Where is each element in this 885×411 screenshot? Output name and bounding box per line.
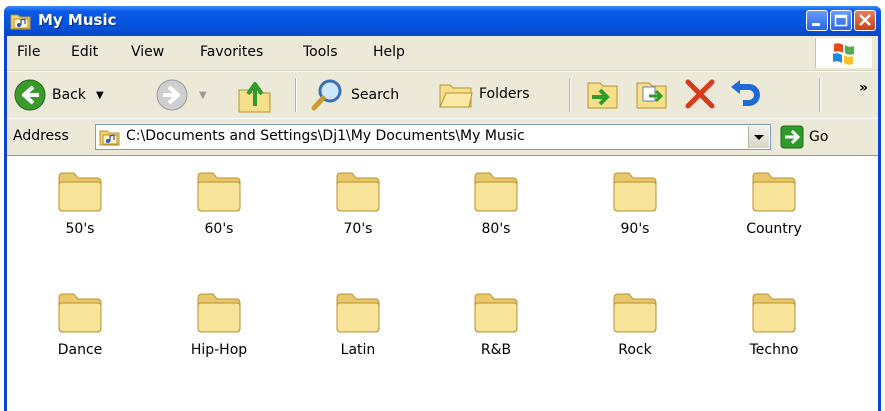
- address-bar: Address C:\Documents and Settings\Dj1\My…: [7, 118, 878, 156]
- folders-label: Folders: [479, 86, 530, 102]
- copy-to-icon: [636, 82, 667, 109]
- address-path: C:\Documents and Settings\Dj1\My Documen…: [126, 128, 525, 144]
- folder-item[interactable]: 80's: [446, 169, 546, 237]
- menu-bar: File Edit View Favorites Tools Help: [7, 36, 878, 71]
- folder-icon: [752, 172, 796, 212]
- folders-icon: [439, 84, 473, 108]
- toolbar-overflow-icon[interactable]: »: [859, 80, 868, 96]
- back-button[interactable]: Back ▼: [13, 78, 104, 112]
- close-button[interactable]: [854, 10, 876, 31]
- close-icon: [859, 14, 871, 26]
- menu-edit[interactable]: Edit: [71, 44, 98, 60]
- folder-label: Dance: [57, 342, 103, 358]
- undo-button[interactable]: [727, 77, 763, 111]
- search-label: Search: [351, 87, 400, 103]
- music-folder-icon: [10, 11, 32, 31]
- folder-icon: [58, 172, 102, 212]
- folder-label: R&B: [480, 342, 512, 358]
- folders-button[interactable]: Folders: [438, 77, 530, 111]
- menu-favorites[interactable]: Favorites: [200, 44, 263, 60]
- folder-icon: [613, 172, 657, 212]
- menu-tools[interactable]: Tools: [303, 44, 338, 60]
- folder-item[interactable]: Hip-Hop: [169, 290, 269, 358]
- title-bar[interactable]: My Music: [4, 6, 881, 36]
- minimize-icon: [812, 23, 820, 26]
- folder-label: 90's: [620, 221, 650, 237]
- window-client: File Edit View Favorites Tools Help Back…: [7, 36, 878, 411]
- go-label: Go: [809, 129, 829, 145]
- windows-logo: [815, 38, 872, 68]
- move-to-button[interactable]: [584, 77, 620, 111]
- folder-label: Country: [746, 221, 802, 237]
- move-to-icon: [587, 82, 618, 109]
- go-arrow-icon: [780, 125, 804, 149]
- menu-help[interactable]: Help: [373, 44, 405, 60]
- folder-item[interactable]: Country: [724, 169, 824, 237]
- chevron-down-icon: [754, 135, 764, 140]
- folder-label: 60's: [204, 221, 234, 237]
- folder-label: 50's: [65, 221, 95, 237]
- folder-label: Hip-Hop: [190, 342, 248, 358]
- folder-item[interactable]: 60's: [169, 169, 269, 237]
- forward-button[interactable]: ▼: [155, 78, 207, 112]
- folder-item[interactable]: R&B: [446, 290, 546, 358]
- window-title: My Music: [38, 11, 117, 29]
- standard-toolbar: Back ▼ ▼ Search Folders »: [7, 71, 878, 119]
- folder-icon: [197, 293, 241, 333]
- back-dropdown-icon[interactable]: ▼: [96, 90, 104, 101]
- folder-label: Techno: [749, 342, 799, 358]
- folder-view: 50's 60's 70's 80's 90's Country Dance H…: [7, 155, 878, 411]
- toolbar-separator: [295, 78, 297, 112]
- menu-view[interactable]: View: [131, 44, 164, 60]
- folder-item[interactable]: 70's: [308, 169, 408, 237]
- maximize-button[interactable]: [830, 10, 852, 31]
- copy-to-button[interactable]: [633, 77, 669, 111]
- address-dropdown-button[interactable]: [748, 126, 769, 148]
- folder-icon: [474, 172, 518, 212]
- up-folder-button[interactable]: [237, 76, 273, 114]
- delete-button[interactable]: [682, 77, 718, 111]
- maximize-icon: [834, 14, 848, 27]
- folder-item[interactable]: Techno: [724, 290, 824, 358]
- address-label: Address: [13, 128, 69, 144]
- menu-file[interactable]: File: [17, 44, 40, 60]
- back-arrow-icon: [14, 79, 46, 111]
- forward-dropdown-icon[interactable]: ▼: [199, 90, 207, 101]
- up-folder-icon: [238, 82, 271, 113]
- folder-label: Rock: [618, 342, 652, 358]
- folder-item[interactable]: Latin: [308, 290, 408, 358]
- toolbar-separator: [569, 78, 571, 112]
- undo-icon: [731, 80, 760, 106]
- back-label: Back: [52, 87, 86, 103]
- forward-arrow-icon: [156, 79, 188, 111]
- address-input[interactable]: C:\Documents and Settings\Dj1\My Documen…: [95, 124, 771, 150]
- folder-icon: [336, 172, 380, 212]
- folder-item[interactable]: Rock: [585, 290, 685, 358]
- folder-label: 70's: [343, 221, 373, 237]
- folder-item[interactable]: Dance: [30, 290, 130, 358]
- delete-x-icon: [685, 79, 715, 109]
- folder-item[interactable]: 90's: [585, 169, 685, 237]
- minimize-button[interactable]: [806, 10, 828, 31]
- music-folder-icon: [99, 127, 121, 151]
- go-button[interactable]: Go: [780, 125, 828, 149]
- search-button[interactable]: Search: [310, 77, 399, 113]
- folder-label: 80's: [481, 221, 511, 237]
- explorer-window: My Music File Edit View Favorites Tools …: [4, 6, 881, 411]
- folder-icon: [613, 293, 657, 333]
- folder-icon: [474, 293, 518, 333]
- search-icon: [311, 79, 342, 111]
- folder-icon: [752, 293, 796, 333]
- folder-icon: [58, 293, 102, 333]
- folder-label: Latin: [340, 342, 376, 358]
- folder-icon: [336, 293, 380, 333]
- folder-item[interactable]: 50's: [30, 169, 130, 237]
- toolbar-separator: [819, 78, 821, 112]
- folder-icon: [197, 172, 241, 212]
